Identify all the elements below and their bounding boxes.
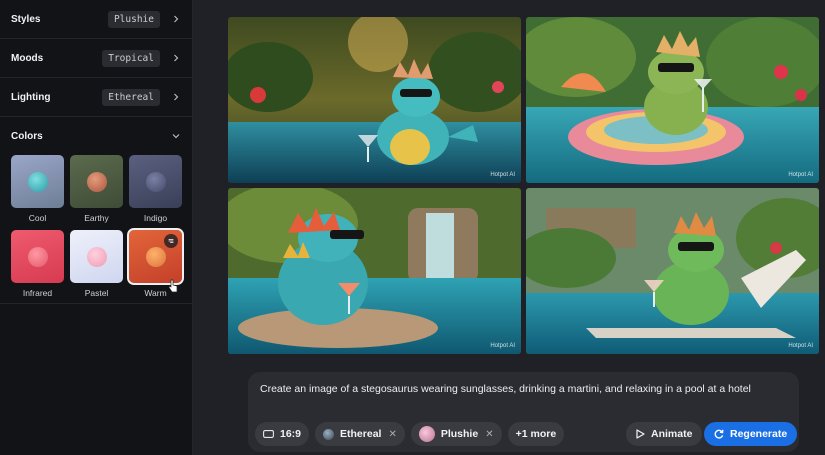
app-window: Styles Plushie Moods Tropical Lighting E…: [0, 0, 825, 455]
lighting-thumbnail: [323, 428, 335, 440]
swatch-label: Warm: [144, 288, 167, 298]
swatch-label: Cool: [28, 213, 47, 223]
options-sidebar: Styles Plushie Moods Tropical Lighting E…: [0, 0, 193, 455]
regenerate-label: Regenerate: [730, 428, 788, 440]
swatch-tile: [11, 230, 64, 283]
swatch-tile-selected: [127, 228, 184, 285]
watermark-text: Hotpot AI: [490, 343, 515, 349]
swatch-indigo[interactable]: Indigo: [129, 155, 182, 224]
sidebar-divider: [0, 303, 193, 304]
lighting-option-row[interactable]: Lighting Ethereal: [0, 78, 192, 117]
watermark-text: Hotpot AI: [490, 172, 515, 178]
swatch-earthy[interactable]: Earthy: [70, 155, 123, 224]
swatch-tile: [70, 155, 123, 208]
moods-value-chip: Tropical: [102, 49, 160, 67]
color-ball: [145, 246, 166, 267]
aspect-ratio-icon: [263, 430, 274, 438]
swatch-tile: [11, 155, 64, 208]
watermark-text: Hotpot AI: [788, 343, 813, 349]
animate-label: Animate: [651, 428, 693, 440]
style-thumbnail: [418, 426, 435, 442]
chevron-down-icon: [172, 132, 180, 140]
generated-image-4[interactable]: Hotpot AI: [526, 188, 819, 354]
lighting-label: Lighting: [11, 91, 51, 103]
moods-label: Moods: [11, 52, 44, 64]
watermark-text: Hotpot AI: [788, 172, 813, 178]
lighting-value-chip: Ethereal: [102, 88, 160, 106]
prompt-tags: 16:9 Ethereal ✕ Plushie ✕ +1 more: [255, 422, 565, 446]
refresh-icon: [714, 429, 724, 439]
more-tags-label: +1 more: [515, 428, 557, 440]
color-ball: [27, 171, 48, 192]
moods-option-row[interactable]: Moods Tropical: [0, 39, 192, 78]
color-ball: [27, 246, 48, 267]
aspect-ratio-label: 16:9: [280, 428, 302, 440]
swatch-pastel[interactable]: Pastel: [70, 230, 123, 299]
main-panel: Hotpot AI Hotpot AI Hotpot AI Hotpot AI …: [193, 0, 825, 455]
styles-label: Styles: [11, 13, 41, 25]
animate-button[interactable]: Animate: [626, 422, 703, 446]
color-swatch-grid: Cool Earthy Indigo Infrared Pastel Warm: [0, 155, 192, 299]
swatch-label: Indigo: [143, 213, 168, 223]
styles-option-row[interactable]: Styles Plushie: [0, 0, 192, 39]
swatch-infrared[interactable]: Infrared: [11, 230, 64, 299]
swatch-label: Earthy: [84, 213, 109, 223]
generated-image-2[interactable]: Hotpot AI: [526, 17, 819, 183]
menu-icon[interactable]: [164, 234, 178, 248]
colors-heading: Colors: [11, 130, 43, 142]
color-ball: [86, 246, 107, 267]
more-tags-pill[interactable]: +1 more: [507, 422, 565, 446]
close-icon[interactable]: ✕: [485, 429, 493, 440]
swatch-label: Infrared: [22, 288, 53, 298]
play-icon: [636, 429, 645, 439]
prompt-box[interactable]: Create an image of a stegosaurus wearing…: [248, 372, 799, 452]
prompt-input-text[interactable]: Create an image of a stegosaurus wearing…: [260, 383, 751, 395]
color-ball: [145, 171, 166, 192]
swatch-tile: [70, 230, 123, 283]
swatch-tile: [129, 155, 182, 208]
chevron-right-icon: [172, 54, 180, 62]
lighting-tag-label: Ethereal: [340, 428, 382, 440]
regenerate-button[interactable]: Regenerate: [704, 422, 798, 446]
chevron-right-icon: [172, 93, 180, 101]
color-ball: [86, 171, 107, 192]
styles-value-chip: Plushie: [107, 10, 160, 28]
swatch-label: Pastel: [84, 288, 109, 298]
hand-cursor-icon: [168, 279, 178, 293]
style-tag-label: Plushie: [440, 428, 479, 440]
colors-section-header[interactable]: Colors: [0, 117, 192, 155]
style-tag-pill[interactable]: Plushie ✕: [410, 422, 502, 446]
swatch-cool[interactable]: Cool: [11, 155, 64, 224]
chevron-right-icon: [172, 15, 180, 23]
lighting-tag-pill[interactable]: Ethereal ✕: [315, 422, 405, 446]
generated-image-1[interactable]: Hotpot AI: [228, 17, 521, 183]
image-results-grid: Hotpot AI Hotpot AI Hotpot AI Hotpot AI: [228, 17, 819, 354]
close-icon[interactable]: ✕: [388, 429, 396, 440]
aspect-ratio-pill[interactable]: 16:9: [255, 422, 310, 446]
generated-image-3[interactable]: Hotpot AI: [228, 188, 521, 354]
